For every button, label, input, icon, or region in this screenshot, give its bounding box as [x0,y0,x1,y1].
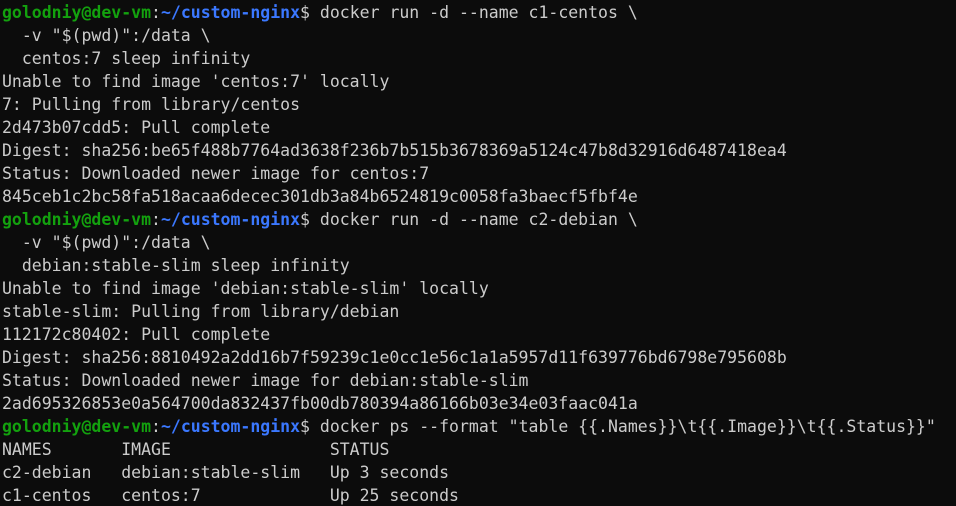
output-text: 845ceb1c2bc58fa518acaa6decec301db3a84b65… [2,187,638,206]
output-text: -v "$(pwd)":/data \ [2,26,211,45]
output-line: c1-centos centos:7 Up 25 seconds [2,484,956,506]
command-text: docker run -d --name c2-debian \ [309,210,638,229]
output-line: -v "$(pwd)":/data \ [2,24,956,47]
output-line: c2-debian debian:stable-slim Up 3 second… [2,461,956,484]
output-text: Digest: sha256:be65f488b7764ad3638f236b7… [2,141,787,160]
output-text: -v "$(pwd)":/data \ [2,233,211,252]
output-line: -v "$(pwd)":/data \ [2,231,956,254]
output-line: debian:stable-slim sleep infinity [2,254,956,277]
output-line: Unable to find image 'centos:7' locally [2,70,956,93]
prompt-user-host: golodniy@dev-vm [2,417,152,436]
output-text: 7: Pulling from library/centos [2,95,301,114]
prompt-user-host: golodniy@dev-vm [2,210,152,229]
prompt-path: ~/custom-nginx [160,210,301,229]
output-text: NAMES IMAGE STATUS [2,440,390,459]
output-text: centos:7 sleep infinity [2,49,251,68]
output-line: Unable to find image 'debian:stable-slim… [2,277,956,300]
output-text: debian:stable-slim sleep infinity [2,256,350,275]
output-line: stable-slim: Pulling from library/debian [2,300,956,323]
output-line: 112172c80402: Pull complete [2,323,956,346]
output-line: 2ad695326853e0a564700da832437fb00db78039… [2,392,956,415]
prompt-symbol: $ [300,3,310,22]
output-text: 2d473b07cdd5: Pull complete [2,118,271,137]
output-text: Status: Downloaded newer image for cento… [2,164,430,183]
output-line: 2d473b07cdd5: Pull complete [2,116,956,139]
output-text: Unable to find image 'centos:7' locally [2,72,390,91]
output-text: Unable to find image 'debian:stable-slim… [2,279,489,298]
output-text: 112172c80402: Pull complete [2,325,271,344]
prompt-path: ~/custom-nginx [160,417,301,436]
prompt-line: golodniy@dev-vm:~/custom-nginx$ docker p… [2,415,956,438]
output-line: Status: Downloaded newer image for debia… [2,369,956,392]
command-text: docker run -d --name c1-centos \ [309,3,638,22]
output-line: Digest: sha256:be65f488b7764ad3638f236b7… [2,139,956,162]
prompt-separator: : [151,417,161,436]
prompt-line: golodniy@dev-vm:~/custom-nginx$ docker r… [2,1,956,24]
output-line: 7: Pulling from library/centos [2,93,956,116]
output-text: Digest: sha256:8810492a2dd16b7f59239c1e0… [2,348,787,367]
output-line: Status: Downloaded newer image for cento… [2,162,956,185]
output-text: stable-slim: Pulling from library/debian [2,302,400,321]
output-line: 845ceb1c2bc58fa518acaa6decec301db3a84b65… [2,185,956,208]
command-text: docker ps --format "table {{.Names}}\t{{… [309,417,936,436]
output-line: NAMES IMAGE STATUS [2,438,956,461]
prompt-line: golodniy@dev-vm:~/custom-nginx$ docker r… [2,208,956,231]
output-text: c1-centos centos:7 Up 25 seconds [2,486,459,505]
output-line: centos:7 sleep infinity [2,47,956,70]
prompt-separator: : [151,210,161,229]
prompt-path: ~/custom-nginx [160,3,301,22]
output-text: 2ad695326853e0a564700da832437fb00db78039… [2,394,638,413]
output-text: Status: Downloaded newer image for debia… [2,371,529,390]
output-line: Digest: sha256:8810492a2dd16b7f59239c1e0… [2,346,956,369]
prompt-symbol: $ [300,417,310,436]
prompt-separator: : [151,3,161,22]
output-text: c2-debian debian:stable-slim Up 3 second… [2,463,450,482]
prompt-symbol: $ [300,210,310,229]
terminal-window[interactable]: golodniy@dev-vm:~/custom-nginx$ docker r… [0,0,956,506]
prompt-user-host: golodniy@dev-vm [2,3,152,22]
